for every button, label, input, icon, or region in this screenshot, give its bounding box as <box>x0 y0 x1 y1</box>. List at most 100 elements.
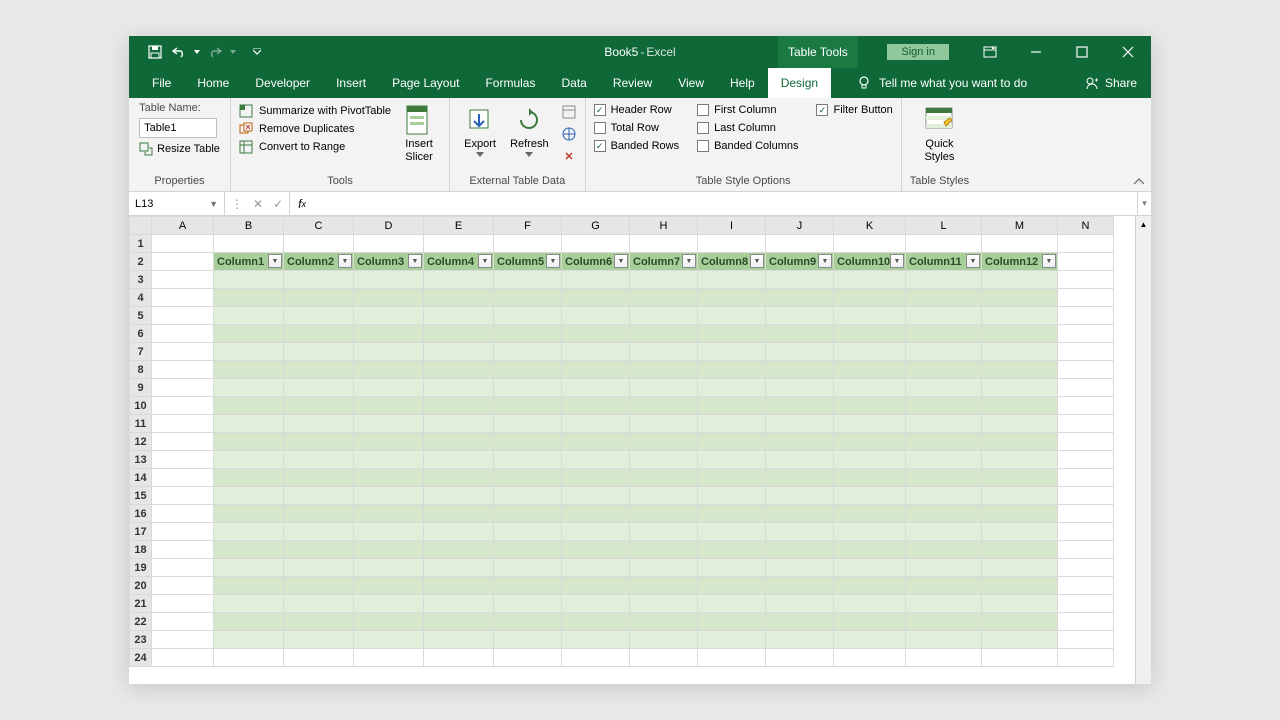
remove-duplicates-button[interactable]: Remove Duplicates <box>239 122 391 136</box>
quick-styles-button[interactable]: Quick Styles <box>917 102 961 165</box>
cell-D24[interactable] <box>354 649 424 667</box>
cell-C6[interactable] <box>284 325 354 343</box>
qat-customize[interactable] <box>245 40 269 64</box>
formula-input[interactable] <box>314 192 1137 215</box>
cell-I15[interactable] <box>698 487 766 505</box>
cell-C17[interactable] <box>284 523 354 541</box>
cell-N13[interactable] <box>1058 451 1114 469</box>
row-header-22[interactable]: 22 <box>130 613 152 631</box>
row-header-7[interactable]: 7 <box>130 343 152 361</box>
first-column-checkbox[interactable]: First Column <box>697 104 798 116</box>
cell-I17[interactable] <box>698 523 766 541</box>
open-browser-button[interactable] <box>561 126 577 142</box>
cell-L18[interactable] <box>906 541 982 559</box>
cell-M13[interactable] <box>982 451 1058 469</box>
spreadsheet-grid[interactable]: ABCDEFGHIJKLMN12Column1▼Column2▼Column3▼… <box>129 216 1114 667</box>
resize-table-button[interactable]: Resize Table <box>139 142 220 156</box>
filter-dropdown-column5[interactable]: ▼ <box>546 254 560 268</box>
cell-J12[interactable] <box>766 433 834 451</box>
cell-I4[interactable] <box>698 289 766 307</box>
cell-C23[interactable] <box>284 631 354 649</box>
cell-N24[interactable] <box>1058 649 1114 667</box>
row-header-2[interactable]: 2 <box>130 253 152 271</box>
cell-I23[interactable] <box>698 631 766 649</box>
redo-dropdown[interactable] <box>227 50 239 54</box>
table-header-column4[interactable]: Column4▼ <box>424 253 494 271</box>
cell-C20[interactable] <box>284 577 354 595</box>
cell-M7[interactable] <box>982 343 1058 361</box>
cell-A18[interactable] <box>152 541 214 559</box>
cell-F1[interactable] <box>494 235 562 253</box>
cell-K9[interactable] <box>834 379 906 397</box>
cell-C13[interactable] <box>284 451 354 469</box>
cell-C8[interactable] <box>284 361 354 379</box>
cell-H3[interactable] <box>630 271 698 289</box>
cell-C4[interactable] <box>284 289 354 307</box>
cell-H24[interactable] <box>630 649 698 667</box>
cell-J11[interactable] <box>766 415 834 433</box>
row-header-14[interactable]: 14 <box>130 469 152 487</box>
select-all-button[interactable] <box>130 217 152 235</box>
cell-H1[interactable] <box>630 235 698 253</box>
cell-N19[interactable] <box>1058 559 1114 577</box>
cell-G7[interactable] <box>562 343 630 361</box>
cell-M24[interactable] <box>982 649 1058 667</box>
fx-label[interactable]: fx <box>290 192 314 215</box>
cell-J18[interactable] <box>766 541 834 559</box>
cell-I13[interactable] <box>698 451 766 469</box>
cell-E23[interactable] <box>424 631 494 649</box>
cell-F15[interactable] <box>494 487 562 505</box>
cell-K15[interactable] <box>834 487 906 505</box>
cell-L1[interactable] <box>906 235 982 253</box>
cell-F7[interactable] <box>494 343 562 361</box>
cell-L10[interactable] <box>906 397 982 415</box>
table-header-column2[interactable]: Column2▼ <box>284 253 354 271</box>
cell-F20[interactable] <box>494 577 562 595</box>
cell-G21[interactable] <box>562 595 630 613</box>
row-header-9[interactable]: 9 <box>130 379 152 397</box>
filter-dropdown-column2[interactable]: ▼ <box>338 254 352 268</box>
cell-I5[interactable] <box>698 307 766 325</box>
cell-N11[interactable] <box>1058 415 1114 433</box>
row-header-11[interactable]: 11 <box>130 415 152 433</box>
cell-A11[interactable] <box>152 415 214 433</box>
cell-D9[interactable] <box>354 379 424 397</box>
cell-D15[interactable] <box>354 487 424 505</box>
filter-button-checkbox[interactable]: ✓Filter Button <box>816 104 892 116</box>
cell-F19[interactable] <box>494 559 562 577</box>
row-header-23[interactable]: 23 <box>130 631 152 649</box>
cell-C15[interactable] <box>284 487 354 505</box>
maximize-button[interactable] <box>1059 36 1105 68</box>
cell-K23[interactable] <box>834 631 906 649</box>
cell-C21[interactable] <box>284 595 354 613</box>
cell-J20[interactable] <box>766 577 834 595</box>
tab-developer[interactable]: Developer <box>242 68 323 98</box>
cell-K8[interactable] <box>834 361 906 379</box>
cell-A5[interactable] <box>152 307 214 325</box>
cell-D18[interactable] <box>354 541 424 559</box>
cell-G1[interactable] <box>562 235 630 253</box>
cell-K7[interactable] <box>834 343 906 361</box>
cell-M19[interactable] <box>982 559 1058 577</box>
save-button[interactable] <box>143 40 167 64</box>
cell-D5[interactable] <box>354 307 424 325</box>
cell-D20[interactable] <box>354 577 424 595</box>
formula-menu-button[interactable]: ⋮ <box>231 197 243 211</box>
cell-E16[interactable] <box>424 505 494 523</box>
cell-G6[interactable] <box>562 325 630 343</box>
cell-L13[interactable] <box>906 451 982 469</box>
cell-F17[interactable] <box>494 523 562 541</box>
tab-formulas[interactable]: Formulas <box>472 68 548 98</box>
cell-G24[interactable] <box>562 649 630 667</box>
cell-H12[interactable] <box>630 433 698 451</box>
cell-H19[interactable] <box>630 559 698 577</box>
row-header-8[interactable]: 8 <box>130 361 152 379</box>
cell-K17[interactable] <box>834 523 906 541</box>
summarize-pivot-button[interactable]: Summarize with PivotTable <box>239 104 391 118</box>
cell-A13[interactable] <box>152 451 214 469</box>
cell-K16[interactable] <box>834 505 906 523</box>
column-header-C[interactable]: C <box>284 217 354 235</box>
cell-M6[interactable] <box>982 325 1058 343</box>
cell-C5[interactable] <box>284 307 354 325</box>
cell-M8[interactable] <box>982 361 1058 379</box>
